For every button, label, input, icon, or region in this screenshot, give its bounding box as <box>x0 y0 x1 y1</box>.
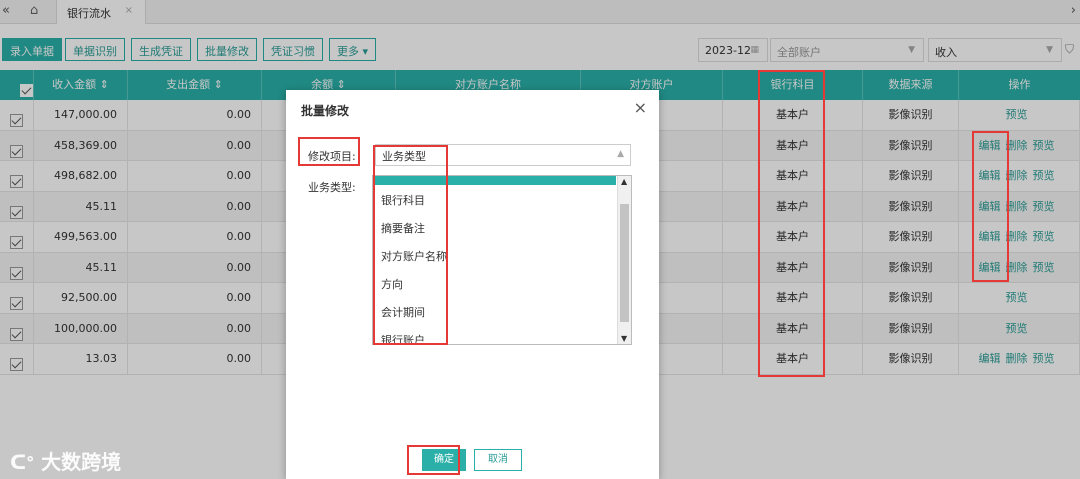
watermark-text: 大数跨境 <box>41 450 122 474</box>
scroll-up-icon[interactable]: ▲ <box>621 177 627 186</box>
business-type-label: 业务类型: <box>308 181 356 194</box>
annotation-box-confirm <box>407 445 460 475</box>
annotation-box-bank-subject <box>758 70 825 377</box>
cancel-button[interactable]: 取消 <box>474 449 522 471</box>
dialog-title: 批量修改 <box>301 104 350 118</box>
annotation-box-edit-links <box>972 131 1009 282</box>
dropdown-scrollbar[interactable]: ▲ ▼ <box>617 176 631 344</box>
watermark-logo: ᑕᐤ 大数跨境 <box>10 446 121 475</box>
close-icon[interactable]: × <box>634 98 647 117</box>
scrollbar-thumb[interactable] <box>620 204 629 322</box>
watermark-icon: ᑕᐤ <box>10 450 35 474</box>
annotation-box-options <box>373 145 448 345</box>
chevron-up-icon: ▲ <box>617 149 624 159</box>
scroll-down-icon[interactable]: ▼ <box>621 334 627 343</box>
annotation-box-modify-item <box>298 137 360 166</box>
